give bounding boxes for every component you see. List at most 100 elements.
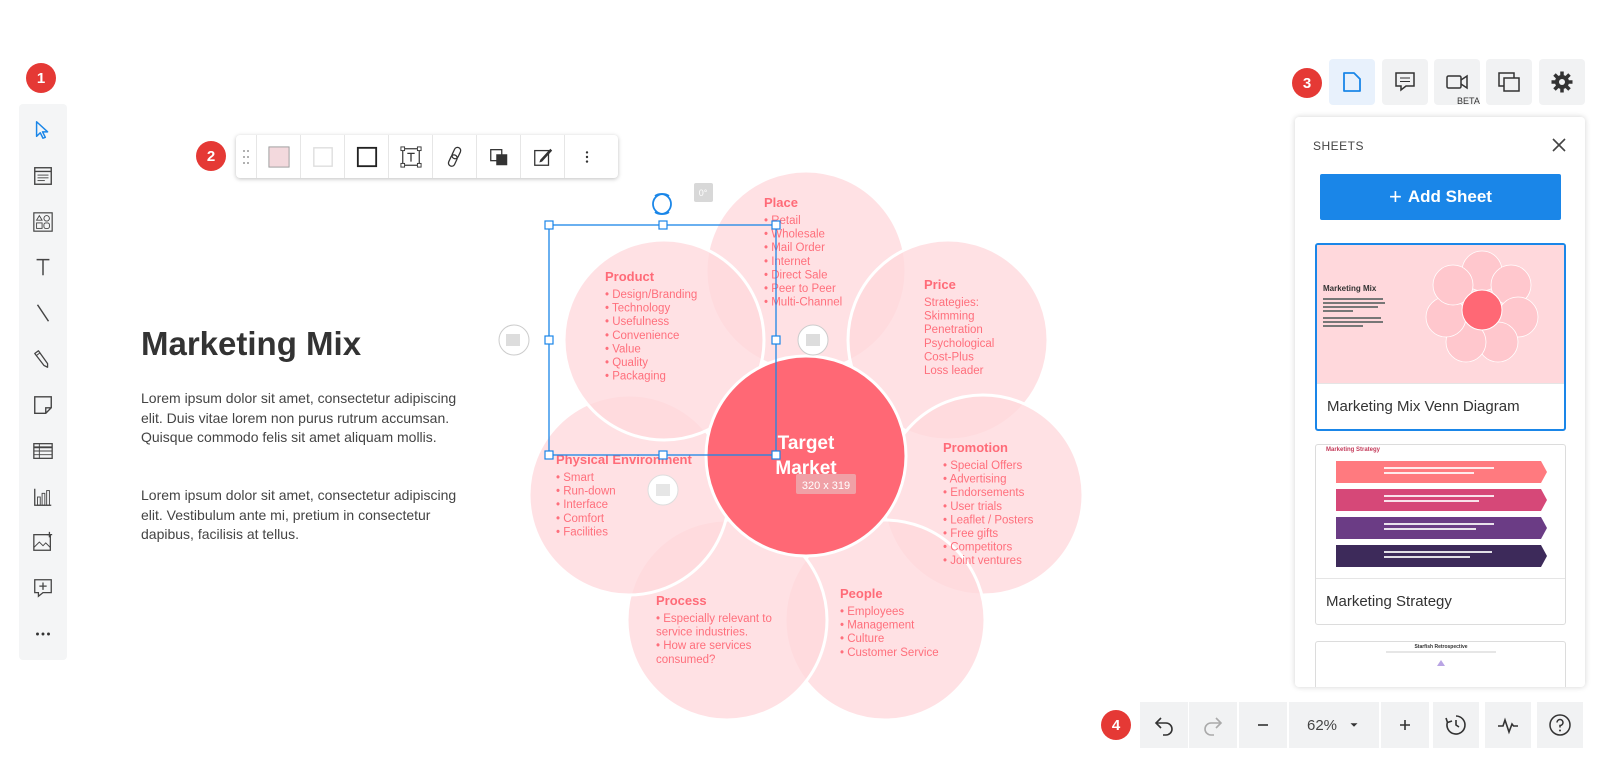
center-circle[interactable] [704, 354, 908, 558]
thumbnail-title: Starfish Retrospective [1414, 644, 1467, 650]
sheets-panel-title: SHEETS [1313, 139, 1365, 153]
comments-button[interactable] [1382, 59, 1428, 105]
petal-item: Loss leader [924, 365, 984, 377]
sheets-panel: SHEETS + Add Sheet Marketing Mix Marketin… [1295, 117, 1585, 687]
connector-anchor-icon[interactable] [797, 324, 829, 356]
petal-item: • Smart [556, 472, 595, 484]
center-label-line1: Target [778, 433, 835, 454]
redo-icon [1204, 717, 1223, 736]
petal-item: • Customer Service [840, 647, 939, 659]
close-panel-button[interactable] [1547, 133, 1571, 157]
petal-item: • Management [840, 620, 915, 632]
petal-item: consumed? [656, 654, 715, 666]
petal-item: • Special Offers [943, 460, 1022, 472]
rotate-handle-icon[interactable] [652, 193, 672, 215]
canvas[interactable]: 1 2 3 4 Marketing Mix Lorem ipsum dolor … [0, 0, 1600, 757]
petal-item: • Usefulness [605, 316, 669, 328]
petal-item: Strategies: [924, 297, 979, 309]
history-icon [1445, 715, 1466, 735]
petal-item: • Run-down [556, 486, 616, 498]
petal-item: • Advertising [943, 474, 1006, 486]
petal-item: Penetration [924, 324, 983, 336]
sheets-icon [1343, 72, 1361, 92]
size-label: 320 x 319 [802, 480, 850, 492]
sheet-card-starfish-retrospective[interactable]: Starfish Retrospective [1315, 641, 1566, 687]
undo-icon [1154, 717, 1173, 736]
zoom-in-icon [1400, 720, 1410, 730]
marketing-mix-venn-diagram: Target Market Place• Retail• Wholesale• … [498, 169, 1085, 722]
beta-badge: BETA [1457, 96, 1480, 106]
help-icon [1549, 714, 1571, 736]
petal-item: • Facilities [556, 526, 608, 538]
petal-item: • Packaging [605, 371, 666, 383]
video-icon [1446, 74, 1468, 90]
thumbnail-title: Marketing Strategy [1326, 447, 1381, 453]
plus-icon: + [1389, 184, 1402, 209]
thumbnail-image: Marketing Strategy [1326, 447, 1547, 567]
petal-item: • Competitors [943, 542, 1012, 554]
petal-item: Cost-Plus [924, 351, 974, 363]
close-icon [1552, 138, 1566, 152]
connector-anchor-icon[interactable] [647, 474, 679, 506]
present-button[interactable] [1486, 59, 1532, 105]
sheet-thumbnail: Marketing Strategy [1316, 445, 1565, 578]
sheets-button[interactable] [1329, 59, 1375, 105]
zoom-level-dropdown[interactable]: 62% [1289, 702, 1379, 748]
petal-item: • Peer to Peer [764, 283, 836, 295]
petal-item: • Interface [556, 499, 608, 511]
petal-title: Price [924, 277, 956, 292]
history-button[interactable] [1433, 702, 1479, 748]
petal-title: Process [656, 593, 707, 608]
petal-item: • Culture [840, 633, 884, 645]
petal-item: • Especially relevant to [656, 613, 772, 625]
petal-title: Place [764, 195, 798, 210]
petal-item: • Value [605, 343, 641, 355]
petal-title: Physical Environment [556, 452, 692, 467]
present-icon [1498, 72, 1520, 92]
petal-item: • Internet [764, 256, 811, 268]
petal-item: • Leaflet / Posters [943, 514, 1034, 526]
sheet-card-marketing-strategy[interactable]: Marketing Strategy Marketing Strategy [1315, 444, 1566, 625]
zoom-in-button[interactable] [1381, 702, 1429, 748]
petal-title: Product [605, 269, 655, 284]
redo-button[interactable] [1189, 702, 1237, 748]
undo-button[interactable] [1140, 702, 1188, 748]
step-badge-3: 3 [1292, 68, 1322, 98]
thumbnail-image: Marketing Mix [1323, 250, 1539, 363]
add-sheet-label: Add Sheet [1407, 187, 1492, 206]
petal-title: People [840, 586, 883, 601]
connector-anchor-icon[interactable] [498, 324, 530, 356]
petal-item: • User trials [943, 501, 1002, 513]
petal-item: • Wholesale [764, 229, 825, 241]
zoom-out-button[interactable] [1239, 702, 1287, 748]
sheet-card-marketing-mix[interactable]: Marketing Mix Marketing Mix Venn Diagram [1315, 243, 1566, 431]
settings-icon [1551, 71, 1573, 93]
help-button[interactable] [1537, 702, 1583, 748]
petal-item: • Endorsements [943, 487, 1025, 499]
petal-item: • How are services [656, 640, 752, 652]
petal-item: • Quality [605, 357, 648, 369]
petal-item: Psychological [924, 338, 994, 350]
petal-item: • Joint ventures [943, 555, 1022, 567]
zoom-value: 62% [1306, 716, 1338, 734]
petal-item: • Direct Sale [764, 269, 827, 281]
comment-icon [1395, 72, 1415, 92]
thumbnail-title: Marketing Mix [1323, 284, 1377, 293]
petal-item: • Mail Order [764, 242, 825, 254]
petal-item: service industries. [656, 627, 748, 639]
chevron-down-icon [1350, 723, 1358, 727]
rotation-label: 0° [699, 188, 708, 198]
petal-item: • Design/Branding [605, 289, 697, 301]
petal-item: Skimming [924, 311, 974, 323]
activity-button[interactable] [1485, 702, 1531, 748]
activity-icon [1498, 717, 1518, 735]
sheet-name: Marketing Strategy [1316, 578, 1565, 624]
sheet-name: Marketing Mix Venn Diagram [1317, 383, 1564, 429]
sheet-thumbnail: Marketing Mix [1317, 245, 1564, 383]
petal-item: • Technology [605, 303, 670, 315]
add-sheet-button[interactable]: + Add Sheet [1320, 174, 1561, 220]
petal-item: • Employees [840, 606, 904, 618]
settings-button[interactable] [1539, 59, 1585, 105]
thumbnail-image: Starfish Retrospective [1386, 644, 1496, 666]
petal-item: • Free gifts [943, 528, 998, 540]
